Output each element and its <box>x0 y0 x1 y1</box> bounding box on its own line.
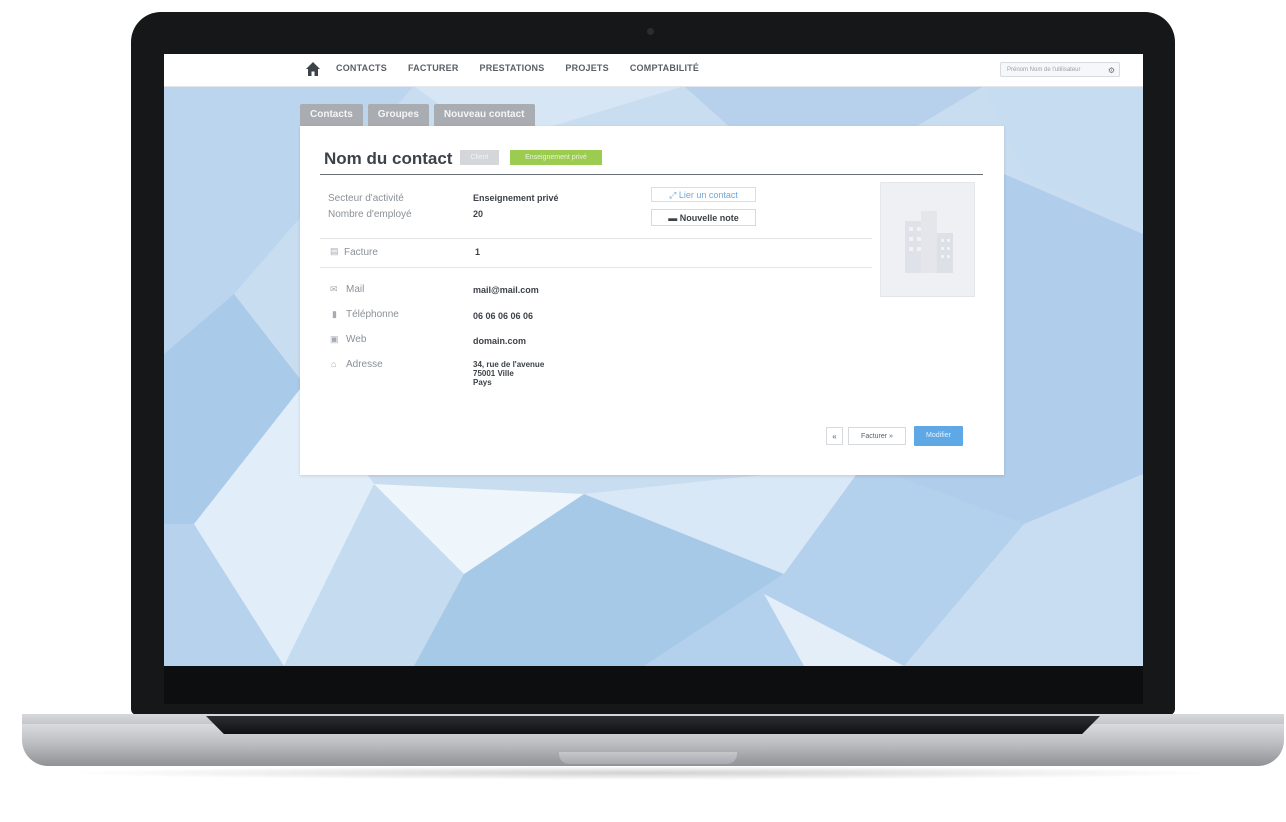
mail-label: Mail <box>346 284 365 295</box>
phone-label: Téléphonne <box>346 309 399 320</box>
sector-badge: Enseignement privé <box>510 150 602 165</box>
tab-contacts[interactable]: Contacts <box>300 104 363 126</box>
nav-contacts[interactable]: CONTACTS <box>336 63 387 73</box>
facture-value[interactable]: 1 <box>475 247 480 257</box>
employees-value: 20 <box>473 209 484 219</box>
new-note-label: Nouvelle note <box>679 213 739 223</box>
invoice-icon: ▤ <box>330 246 339 256</box>
phone-value[interactable]: 06 06 06 06 06 <box>473 311 533 321</box>
address-icon: ⌂ <box>331 359 337 369</box>
facturer-button[interactable]: Facturer » <box>848 427 906 445</box>
link-contact-button[interactable]: ⤢ Lier un contact <box>651 187 756 202</box>
sector-value: Enseignement privé <box>473 193 559 203</box>
laptop-notch <box>559 752 737 764</box>
note-icon: ▬ <box>668 213 680 223</box>
address-line-2: 75001 Ville <box>473 369 514 378</box>
nav-comptabilite[interactable]: COMPTABILITÉ <box>630 63 699 73</box>
client-badge: Client <box>460 150 499 165</box>
link-icon: ⤢ <box>669 190 679 200</box>
web-icon: ▣ <box>330 334 339 344</box>
divider <box>320 238 872 239</box>
employees-label: Nombre d'employé <box>328 209 412 220</box>
contact-card: Nom du contact Client Enseignement privé… <box>300 126 1004 475</box>
main-nav: CONTACTS FACTURER PRESTATIONS PROJETS CO… <box>336 63 699 73</box>
building-icon <box>905 211 953 273</box>
link-contact-label: Lier un contact <box>678 190 738 200</box>
app-screen: CONTACTS FACTURER PRESTATIONS PROJETS CO… <box>164 54 1143 666</box>
user-menu[interactable]: Prénom Nom de l'utilisateur ⚙ <box>1000 62 1120 77</box>
camera-icon <box>647 28 654 35</box>
sector-label: Secteur d'activité <box>328 193 404 204</box>
mail-value[interactable]: mail@mail.com <box>473 285 539 295</box>
nav-projets[interactable]: PROJETS <box>565 63 608 73</box>
gear-icon[interactable]: ⚙ <box>1108 63 1115 78</box>
nav-prestations[interactable]: PRESTATIONS <box>480 63 545 73</box>
title-divider <box>320 174 983 175</box>
mail-icon: ✉ <box>330 284 338 294</box>
tab-bar: Contacts Groupes Nouveau contact <box>300 104 535 126</box>
divider <box>320 267 872 268</box>
top-nav-bar: CONTACTS FACTURER PRESTATIONS PROJETS CO… <box>164 54 1143 87</box>
laptop-screen-bezel <box>164 666 1143 704</box>
tab-nouveau-contact[interactable]: Nouveau contact <box>433 104 535 126</box>
phone-icon: ▮ <box>332 309 337 319</box>
nav-facturer[interactable]: FACTURER <box>408 63 459 73</box>
web-value[interactable]: domain.com <box>473 336 526 346</box>
company-avatar <box>880 182 975 297</box>
home-icon[interactable] <box>305 61 321 77</box>
contact-title: Nom du contact <box>324 149 453 168</box>
tab-groupes[interactable]: Groupes <box>367 104 429 126</box>
previous-button[interactable]: « <box>826 427 843 445</box>
new-note-button[interactable]: ▬ Nouvelle note <box>651 209 756 226</box>
web-label: Web <box>346 334 367 345</box>
address-label: Adresse <box>346 359 383 370</box>
laptop-shadow <box>60 766 1226 780</box>
address-line-3: Pays <box>473 378 492 387</box>
address-line-1: 34, rue de l'avenue <box>473 360 545 369</box>
user-name: Prénom Nom de l'utilisateur <box>1007 67 1081 73</box>
laptop-hinge <box>206 716 1100 734</box>
facture-label: Facture <box>344 247 378 258</box>
modifier-button[interactable]: Modifier <box>914 426 963 446</box>
